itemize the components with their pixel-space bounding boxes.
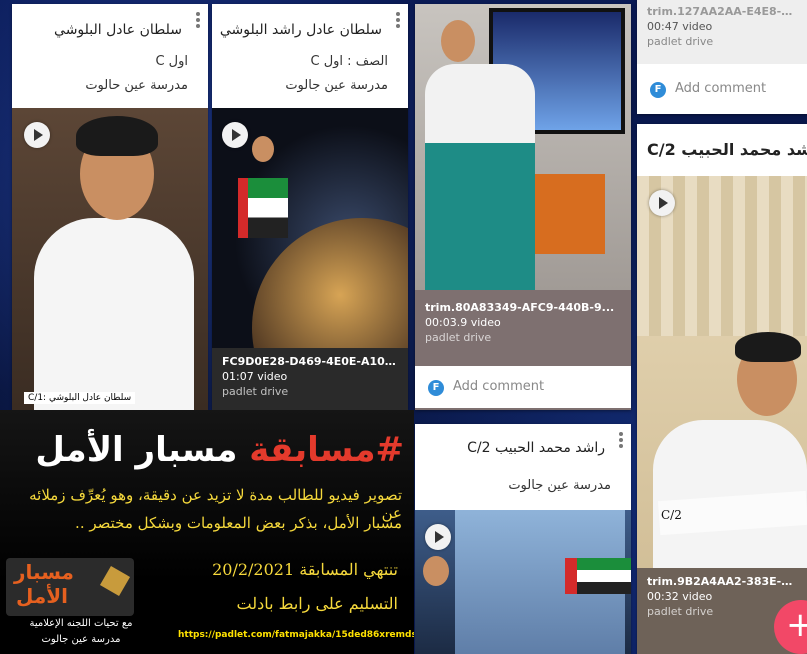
add-comment-bar[interactable]: F Add comment xyxy=(637,68,807,110)
girl-dress xyxy=(425,64,535,290)
poster-credit-line2: مدرسة عين جالوت xyxy=(41,634,121,645)
video-filename: trim.127AA2AA-E4E8-4FC... xyxy=(647,5,797,18)
video-thumbnail[interactable] xyxy=(415,4,631,290)
padlet-link[interactable]: https://padlet.com/fatmajakka/15ded86xre… xyxy=(178,630,414,640)
video-thumbnail[interactable]: C/2 xyxy=(637,176,807,568)
video-source: padlet drive xyxy=(425,331,492,344)
post-title: راشد محمد الحبيب C/2 xyxy=(647,140,807,159)
post-header: سلطان عادل البلوشي اول C مدرسة عين حالوت xyxy=(12,4,208,108)
post-school: مدرسة عين جالوت xyxy=(285,78,388,93)
hope-probe-logo: مسبار الأمل xyxy=(6,558,134,616)
post-header: راشد محمد الحبيب C/2 xyxy=(637,124,807,176)
play-icon[interactable] xyxy=(649,190,675,216)
video-source: padlet drive xyxy=(647,605,714,618)
post-card-4[interactable]: راشد محمد الحبيب C/2 مدرسة عين جالوت xyxy=(415,424,631,654)
poster-title: #مسابقة مسبار الأمل xyxy=(35,430,404,470)
post-card-3[interactable]: trim.80A83349-AFC9-440B-9... 00:03.9 vid… xyxy=(415,4,631,410)
more-options-icon[interactable] xyxy=(196,10,200,30)
post-header: راشد محمد الحبيب C/2 مدرسة عين جالوت xyxy=(415,424,631,508)
video-source: padlet drive xyxy=(222,385,289,398)
uae-flag xyxy=(238,178,288,238)
post-card-6[interactable]: راشد محمد الحبيب C/2 C/2 trim.9B2A4AA2-3… xyxy=(637,124,807,654)
video-meta: FC9D0E28-D469-4E0E-A106-... 01:07 video … xyxy=(212,348,408,410)
video-source: padlet drive xyxy=(647,35,714,48)
video-thumbnail[interactable] xyxy=(212,108,408,348)
post-card-1[interactable]: سلطان عادل البلوشي اول C مدرسة عين حالوت… xyxy=(12,4,208,410)
child-face xyxy=(423,556,449,586)
satellite-icon xyxy=(99,565,131,597)
logo-line1: مسبار xyxy=(14,560,74,584)
video-thumbnail[interactable] xyxy=(415,510,631,654)
video-duration: 00:47 video xyxy=(647,20,713,33)
post-card-5[interactable]: trim.127AA2AA-E4E8-4FC... 00:47 video pa… xyxy=(637,0,807,114)
post-header: سلطان عادل راشد البلوشي الصف : اول C مدر… xyxy=(212,4,408,108)
post-title: راشد محمد الحبيب C/2 xyxy=(467,440,605,456)
shirt xyxy=(34,218,194,410)
post-school: مدرسة عين حالوت xyxy=(85,78,188,93)
sign-class-text: C/2 xyxy=(661,508,682,522)
user-avatar: F xyxy=(428,380,444,396)
video-duration: 01:07 video xyxy=(222,370,288,383)
poster-deadline: تنتهي المسابقة 20/2/2021 xyxy=(212,560,398,579)
poster-title-name: مسبار الأمل xyxy=(35,430,238,470)
poster-desc-line2: مسبار الأمل، بذكر بعض المعلومات وبشكل مخ… xyxy=(75,514,402,532)
add-comment-label[interactable]: Add comment xyxy=(675,81,766,96)
post-title: سلطان عادل راشد البلوشي xyxy=(219,22,382,38)
video-filename: FC9D0E28-D469-4E0E-A106-... xyxy=(222,355,398,368)
child-face xyxy=(252,136,274,162)
video-duration: 00:03.9 video xyxy=(425,316,501,329)
post-card-2[interactable]: سلطان عادل راشد البلوشي الصف : اول C مدر… xyxy=(212,4,408,410)
video-filename: trim.9B2A4AA2-383E-467... xyxy=(647,575,797,588)
post-school: مدرسة عين جالوت xyxy=(508,478,611,493)
logo-line2: الأمل xyxy=(16,584,68,608)
user-avatar: F xyxy=(650,82,666,98)
child-hair xyxy=(76,116,158,156)
video-meta: trim.127AA2AA-E4E8-4FC... 00:47 video pa… xyxy=(637,0,807,64)
poster-credit-line1: مع تحيات اللجنه الإعلامية xyxy=(29,618,133,629)
add-comment-bar[interactable]: F Add comment xyxy=(415,366,631,408)
post-title: سلطان عادل البلوشي xyxy=(54,22,182,38)
post-class: اول C xyxy=(155,54,188,69)
poster-title-hashtag: #مسابقة xyxy=(249,430,404,470)
post-class: الصف : اول C xyxy=(310,54,389,69)
girl-face xyxy=(441,20,475,62)
more-options-icon[interactable] xyxy=(619,430,623,450)
child-hair xyxy=(735,332,801,362)
play-icon[interactable] xyxy=(24,122,50,148)
video-meta: trim.80A83349-AFC9-440B-9... 00:03.9 vid… xyxy=(415,294,631,362)
contest-poster: #مسابقة مسبار الأمل تصوير فيديو للطالب م… xyxy=(0,410,414,654)
name-caption: سلطان عادل البلوشي :C/1 xyxy=(24,392,136,404)
uae-flag xyxy=(565,558,631,594)
add-comment-label[interactable]: Add comment xyxy=(453,379,544,394)
video-thumbnail[interactable]: سلطان عادل البلوشي :C/1 xyxy=(12,108,208,410)
video-filename: trim.80A83349-AFC9-440B-9... xyxy=(425,301,615,314)
play-icon[interactable] xyxy=(222,122,248,148)
poster-delivery: التسليم على رابط بادلت xyxy=(236,594,398,613)
play-icon[interactable] xyxy=(425,524,451,550)
more-options-icon[interactable] xyxy=(396,10,400,30)
video-duration: 00:32 video xyxy=(647,590,713,603)
